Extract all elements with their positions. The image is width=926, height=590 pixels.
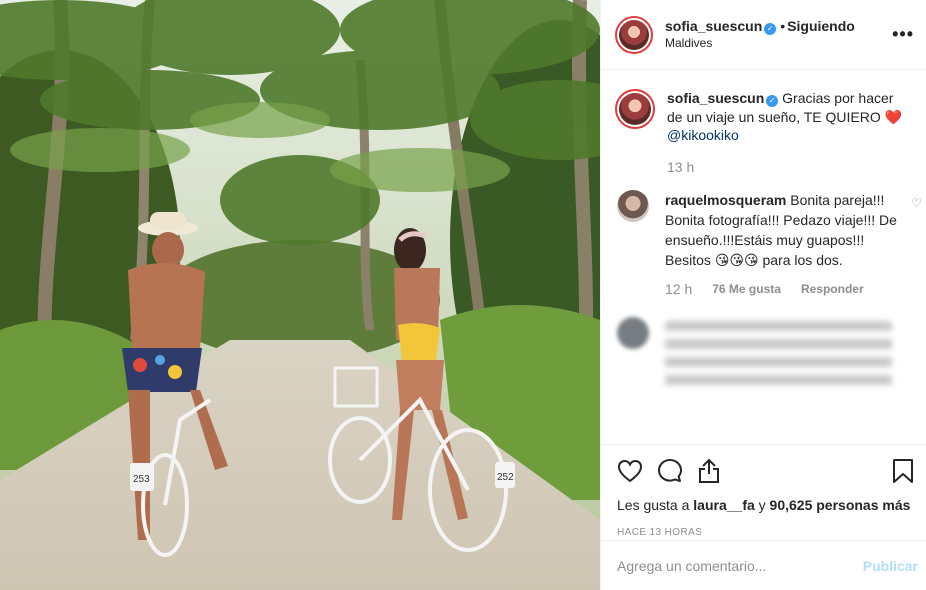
comment-item: raquelmosqueram Bonita pareja!!! Bonita … xyxy=(601,190,926,299)
publish-button[interactable]: Publicar xyxy=(863,558,918,574)
post-header: sofia_suescun ✓ • Siguiendo Maldives ••• xyxy=(601,0,926,70)
follow-state-button[interactable]: Siguiendo xyxy=(787,18,855,34)
comment-bubble-icon[interactable] xyxy=(657,458,683,484)
likes-mid: y xyxy=(758,497,766,513)
blurred-comment-body xyxy=(665,317,901,393)
verified-badge-icon: ✓ xyxy=(766,95,779,107)
post-side-panel: sofia_suescun ✓ • Siguiendo Maldives ••• so… xyxy=(600,0,926,590)
post-actions: Les gusta a laura__fa y 90,625 personas … xyxy=(601,444,926,538)
like-heart-icon[interactable] xyxy=(617,459,643,483)
add-comment-bar: Publicar xyxy=(601,540,926,590)
more-options-icon[interactable]: ••• xyxy=(892,24,914,45)
caption-body: sofia_suescun ✓ Gracias por hacer de un v… xyxy=(667,89,912,176)
comment-time[interactable]: 12 h xyxy=(665,279,692,299)
instagram-post: 253 252 sofia_suescun ✓ • Siguiendo Mald… xyxy=(0,0,926,590)
author-avatar[interactable] xyxy=(615,15,653,54)
caption-username[interactable]: sofia_suescun xyxy=(667,90,764,106)
post-photo-illustration: 253 252 xyxy=(0,0,600,590)
bike-plate-right: 252 xyxy=(497,472,514,483)
blurred-comment-item xyxy=(601,317,926,393)
caption: sofia_suescun ✓ Gracias por hacer de un v… xyxy=(601,71,926,176)
blurred-comment-text xyxy=(665,321,892,393)
likes-user-link[interactable]: laura__fa xyxy=(693,497,754,513)
likes-summary: Les gusta a laura__fa y 90,625 personas … xyxy=(617,497,914,513)
commenter-username[interactable]: raquelmosqueram xyxy=(665,192,786,208)
separator-dot: • xyxy=(780,17,786,34)
post-photo[interactable]: 253 252 xyxy=(0,0,600,590)
post-timestamp[interactable]: HACE 13 HORAS xyxy=(617,527,914,538)
action-icons xyxy=(617,455,914,487)
author-username[interactable]: sofia_suescun xyxy=(665,18,762,34)
heart-emoji: ❤️ xyxy=(884,108,903,125)
comment-input[interactable] xyxy=(617,557,863,574)
caption-mention[interactable]: @kikookiko xyxy=(667,127,739,143)
comments-list[interactable]: sofia_suescun ✓ Gracias por hacer de un v… xyxy=(601,71,926,443)
caption-avatar[interactable] xyxy=(615,89,655,129)
commenter-avatar[interactable] xyxy=(617,190,649,222)
comment-likes-count[interactable]: 76 Me gusta xyxy=(712,279,781,299)
verified-badge-icon: ✓ xyxy=(764,22,777,35)
post-location[interactable]: Maldives xyxy=(665,35,892,52)
header-text: sofia_suescun ✓ • Siguiendo Maldives xyxy=(665,18,892,52)
comment-emojis: 😘😘😘 xyxy=(714,252,759,268)
bike-plate-left: 253 xyxy=(133,474,150,485)
share-icon[interactable] xyxy=(697,458,721,484)
reply-button[interactable]: Responder xyxy=(801,279,864,299)
save-bookmark-icon[interactable] xyxy=(892,458,914,484)
comment-body: raquelmosqueram Bonita pareja!!! Bonita … xyxy=(665,190,901,299)
caption-time[interactable]: 13 h xyxy=(667,158,912,177)
comment-text-end: para los dos. xyxy=(762,252,843,268)
comment-meta: 12 h 76 Me gusta Responder xyxy=(665,279,901,299)
blurred-commenter-avatar xyxy=(617,317,649,349)
comment-like-heart-icon[interactable]: ♡ xyxy=(911,196,922,210)
likes-prefix: Les gusta a xyxy=(617,497,690,513)
likes-count-link[interactable]: 90,625 personas más xyxy=(770,497,911,513)
